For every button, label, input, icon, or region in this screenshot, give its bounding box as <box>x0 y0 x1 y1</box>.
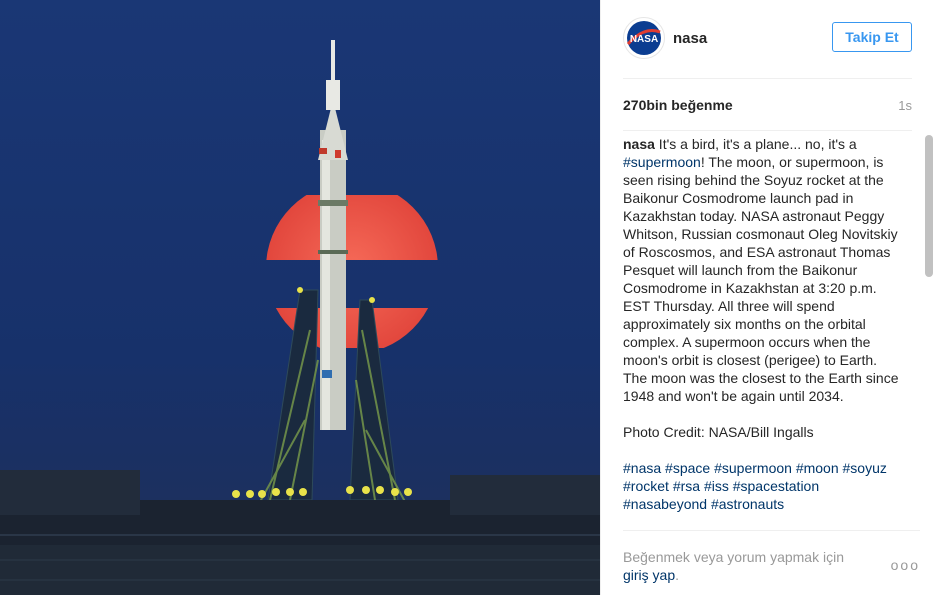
caption-owner[interactable]: nasa <box>623 136 655 152</box>
caption-part1: It's a bird, it's a plane... no, it's a <box>654 136 857 152</box>
hashtag-link[interactable]: #iss <box>704 478 729 494</box>
post-time[interactable]: 1s <box>898 98 912 113</box>
hashtag-link[interactable]: #moon <box>796 460 839 476</box>
hashtag-link[interactable]: #space <box>665 460 710 476</box>
caption-part2: ! The moon, or supermoon, is seen rising… <box>623 154 899 404</box>
username[interactable]: nasa <box>673 30 707 47</box>
more-options-icon[interactable]: ooo <box>891 557 920 573</box>
post-stats: 270bin beğenme 1s <box>623 78 912 131</box>
hashtag-link[interactable]: #rsa <box>673 478 700 494</box>
hashtag-link[interactable]: #spacestation <box>733 478 819 494</box>
login-link[interactable]: giriş yap <box>623 567 675 583</box>
follow-button[interactable]: Takip Et <box>832 22 912 52</box>
hashtag-link[interactable]: #supermoon <box>714 460 792 476</box>
hashtag-list: #nasa #space #supermoon #moon #soyuz #ro… <box>623 459 899 513</box>
avatar[interactable]: NASA <box>623 17 665 59</box>
nasa-logo-icon: NASA <box>626 21 661 55</box>
post-photo[interactable] <box>0 0 600 595</box>
photo-credit: Photo Credit: NASA/Bill Ingalls <box>623 424 814 440</box>
login-prompt-text: Beğenmek veya yorum yapmak için <box>623 549 844 565</box>
login-prompt-suffix: . <box>675 567 680 583</box>
rocket-moon-photo <box>0 0 600 595</box>
hashtag-link[interactable]: #rocket <box>623 478 669 494</box>
post-side-panel: NASA nasa Takip Et 270bin beğenme 1s nas… <box>600 0 942 595</box>
login-prompt: Beğenmek veya yorum yapmak için giriş ya… <box>623 548 873 584</box>
hashtag-link[interactable]: #nasabeyond <box>623 496 707 512</box>
caption-scrollbar[interactable] <box>924 131 934 529</box>
hashtag-link[interactable]: #soyuz <box>843 460 887 476</box>
like-count[interactable]: 270bin beğenme <box>623 97 733 113</box>
post-header: NASA nasa Takip Et <box>623 0 912 79</box>
hashtag-link[interactable]: #supermoon <box>623 154 701 170</box>
caption-area[interactable]: nasa It's a bird, it's a plane... no, it… <box>623 131 912 529</box>
svg-text:NASA: NASA <box>630 34 658 45</box>
post-footer: Beğenmek veya yorum yapmak için giriş ya… <box>623 530 920 596</box>
scrollbar-thumb[interactable] <box>925 135 933 277</box>
caption: nasa It's a bird, it's a plane... no, it… <box>623 135 899 513</box>
hashtag-link[interactable]: #astronauts <box>711 496 784 512</box>
caption-text: nasa It's a bird, it's a plane... no, it… <box>623 135 899 405</box>
hashtag-link[interactable]: #nasa <box>623 460 661 476</box>
